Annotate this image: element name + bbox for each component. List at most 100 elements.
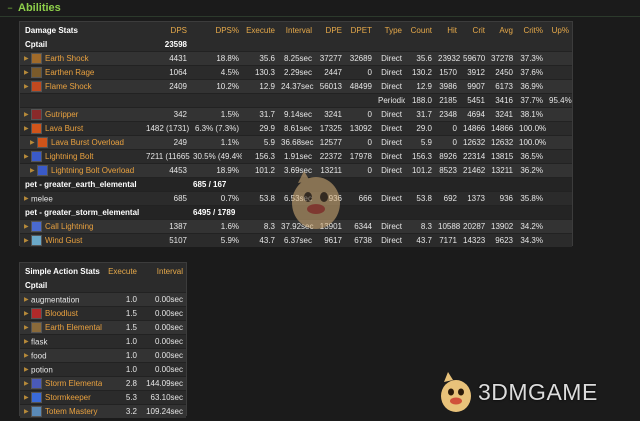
action-name-cell[interactable]: ▶ potion xyxy=(20,362,102,377)
spell-row[interactable]: ▶ Lightning Bolt 7211 (11665) 30.5% (49.4%)… xyxy=(20,149,572,164)
spell-row[interactable]: ▶ Flame Shock 2409 10.2% 12.9 24.37sec 56013 48… xyxy=(20,79,572,94)
expand-arrow-icon[interactable]: ▶ xyxy=(24,296,31,303)
column-header[interactable]: DPS xyxy=(143,22,190,38)
spell-name[interactable]: Lava Burst xyxy=(45,124,83,133)
expand-arrow-icon[interactable]: ▶ xyxy=(24,55,31,62)
spell-name-cell[interactable]: ▶ Lava Burst Overload xyxy=(20,135,143,150)
spell-row[interactable]: ▶ Earth Shock 4431 18.8% 35.6 8.25sec 37277 326… xyxy=(20,51,572,66)
column-header[interactable]: Count xyxy=(405,22,435,38)
action-name-cell[interactable]: ▶ flask xyxy=(20,334,102,349)
action-name-cell[interactable]: ▶ Storm Elemental xyxy=(20,376,102,391)
spell-name-cell[interactable]: ▶ Lightning Bolt xyxy=(20,149,143,164)
spell-name[interactable]: melee xyxy=(31,194,53,203)
expand-arrow-icon[interactable]: ▶ xyxy=(24,69,31,76)
cell-hit: 0 xyxy=(435,135,460,150)
action-name-cell[interactable]: ▶ food xyxy=(20,348,102,363)
column-header[interactable]: DPS% xyxy=(190,22,242,38)
expand-arrow-icon[interactable]: ▶ xyxy=(24,111,31,118)
column-header[interactable]: Crit% xyxy=(516,22,546,38)
spell-name[interactable]: Lightning Bolt xyxy=(45,152,93,161)
expand-arrow-icon[interactable]: ▶ xyxy=(24,366,31,373)
cell-interval: 0.00sec xyxy=(140,292,186,307)
expand-arrow-icon[interactable]: ▶ xyxy=(24,195,31,202)
periodic-row[interactable]: Periodic 188.0 2185 5451 3416 37.7% 95.4% xyxy=(20,93,572,108)
action-name-cell[interactable]: ▶ Earth Elemental xyxy=(20,320,102,335)
expand-arrow-icon[interactable]: ▶ xyxy=(24,310,31,317)
expand-arrow-icon[interactable]: ▶ xyxy=(24,223,31,230)
action-name-cell[interactable]: ▶ augmentation xyxy=(20,292,102,307)
expand-arrow-icon[interactable]: ▶ xyxy=(24,153,31,160)
spell-name-cell[interactable]: ▶ Wind Gust xyxy=(20,233,143,247)
action-name[interactable]: food xyxy=(31,351,47,360)
action-row[interactable]: ▶ potion 1.0 0.00sec xyxy=(20,362,186,377)
spell-name-cell[interactable]: ▶ Gutripper xyxy=(20,107,143,122)
spell-name[interactable]: Flame Shock xyxy=(45,82,92,91)
spell-name-cell[interactable] xyxy=(20,93,143,108)
spell-name-cell[interactable]: ▶ Lightning Bolt Overload xyxy=(20,163,143,178)
action-row[interactable]: ▶ Earth Elemental 1.5 0.00sec xyxy=(20,320,186,335)
spell-name-cell[interactable]: ▶ Call Lightning xyxy=(20,219,143,234)
expand-arrow-icon[interactable]: ▶ xyxy=(30,167,37,174)
spell-row[interactable]: ▶ Lava Burst Overload 249 1.1% 5.9 36.68sec 12… xyxy=(20,135,572,150)
spell-name[interactable]: Earthen Rage xyxy=(45,68,94,77)
column-header[interactable]: Interval xyxy=(278,22,315,38)
expand-arrow-icon[interactable]: ▶ xyxy=(24,380,31,387)
column-header[interactable]: Hit xyxy=(435,22,460,38)
action-row[interactable]: ▶ food 1.0 0.00sec xyxy=(20,348,186,363)
spell-name-cell[interactable]: ▶ melee xyxy=(20,191,143,206)
column-header[interactable]: Execute xyxy=(102,263,140,279)
spell-name-cell[interactable]: ▶ Earth Shock xyxy=(20,51,143,66)
action-name[interactable]: Totem Mastery xyxy=(45,407,97,416)
action-name-cell[interactable]: ▶ Bloodlust xyxy=(20,306,102,321)
action-row[interactable]: ▶ Totem Mastery 3.2 109.24sec xyxy=(20,404,186,418)
spell-name[interactable]: Wind Gust xyxy=(45,236,82,245)
player-name: Cptail xyxy=(20,279,102,293)
column-header[interactable]: Interval xyxy=(140,263,186,279)
action-name-cell[interactable]: ▶ Stormkeeper xyxy=(20,390,102,405)
action-name[interactable]: Bloodlust xyxy=(45,309,78,318)
spell-name[interactable]: Lava Burst Overload xyxy=(51,138,124,147)
action-name[interactable]: augmentation xyxy=(31,295,79,304)
action-name[interactable]: Stormkeeper xyxy=(45,393,91,402)
action-row[interactable]: ▶ Bloodlust 1.5 0.00sec xyxy=(20,306,186,321)
cell-execute: 1.5 xyxy=(102,306,140,321)
action-name[interactable]: Storm Elemental xyxy=(45,379,102,388)
spell-name[interactable]: Call Lightning xyxy=(45,222,93,231)
action-row[interactable]: ▶ Storm Elemental 2.8 144.09sec xyxy=(20,376,186,391)
expand-arrow-icon[interactable]: ▶ xyxy=(24,125,31,132)
expand-arrow-icon[interactable]: ▶ xyxy=(24,83,31,90)
expand-arrow-icon[interactable]: ▶ xyxy=(24,338,31,345)
action-name[interactable]: Earth Elemental xyxy=(45,323,102,332)
spell-name-cell[interactable]: ▶ Lava Burst xyxy=(20,121,143,136)
action-name[interactable]: flask xyxy=(31,337,47,346)
action-row[interactable]: ▶ augmentation 1.0 0.00sec xyxy=(20,292,186,307)
column-header[interactable]: Crit xyxy=(460,22,488,38)
spell-name[interactable]: Lightning Bolt Overload xyxy=(51,166,134,175)
action-name[interactable]: potion xyxy=(31,365,53,374)
spell-name[interactable]: Earth Shock xyxy=(45,54,89,63)
expand-arrow-icon[interactable]: ▶ xyxy=(24,237,31,244)
column-header[interactable]: Avg xyxy=(488,22,516,38)
action-row[interactable]: ▶ Stormkeeper 5.3 63.10sec xyxy=(20,390,186,405)
expand-arrow-icon[interactable]: ▶ xyxy=(24,352,31,359)
spell-row[interactable]: ▶ Gutripper 342 1.5% 31.7 9.14sec 3241 0 Direct 3… xyxy=(20,107,572,122)
spell-row[interactable]: ▶ Wind Gust 5107 5.9% 43.7 6.37sec 9617 6738 Dir… xyxy=(20,233,572,247)
cell-dps xyxy=(143,93,190,108)
column-header[interactable]: Type xyxy=(375,22,405,38)
collapse-toggle[interactable]: − xyxy=(4,2,16,14)
spell-row[interactable]: ▶ Lava Burst 1482 (1731) 6.3% (7.3%) 29.9 8.6… xyxy=(20,121,572,136)
action-name-cell[interactable]: ▶ Totem Mastery xyxy=(20,404,102,418)
spell-name-cell[interactable]: ▶ Flame Shock xyxy=(20,79,143,94)
spell-name-cell[interactable]: ▶ Earthen Rage xyxy=(20,65,143,80)
expand-arrow-icon[interactable]: ▶ xyxy=(30,139,37,146)
expand-arrow-icon[interactable]: ▶ xyxy=(24,408,31,415)
column-header[interactable]: DPE xyxy=(315,22,345,38)
column-header[interactable]: Up% xyxy=(546,22,572,38)
column-header[interactable]: Execute xyxy=(242,22,278,38)
column-header[interactable]: DPET xyxy=(345,22,375,38)
spell-name[interactable]: Gutripper xyxy=(45,110,78,119)
expand-arrow-icon[interactable]: ▶ xyxy=(24,324,31,331)
action-row[interactable]: ▶ flask 1.0 0.00sec xyxy=(20,334,186,349)
expand-arrow-icon[interactable]: ▶ xyxy=(24,394,31,401)
spell-row[interactable]: ▶ Earthen Rage 1064 4.5% 130.3 2.29sec 2447 0 Di… xyxy=(20,65,572,80)
